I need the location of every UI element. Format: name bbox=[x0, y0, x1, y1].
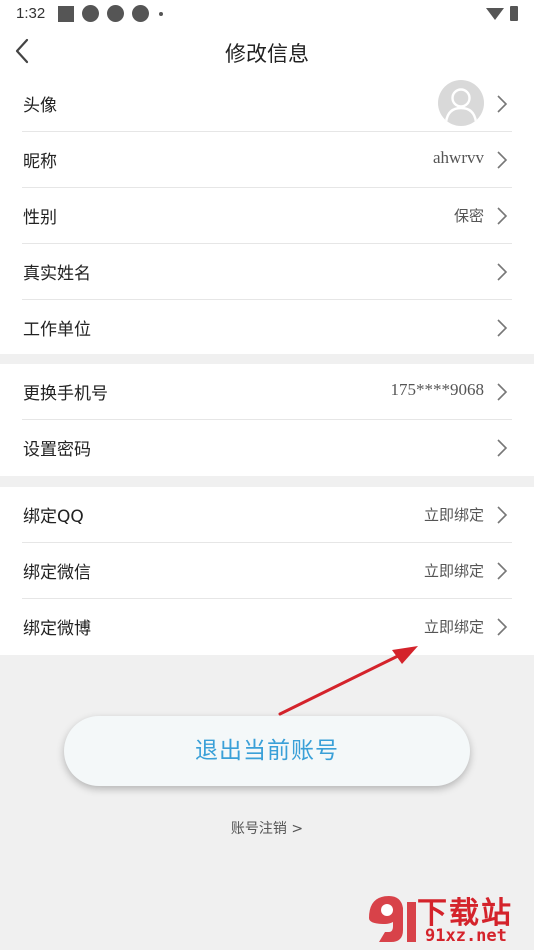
workplace-label: 工作单位 bbox=[23, 320, 91, 340]
bind-qq-row[interactable]: 绑定QQ 立即绑定 bbox=[22, 487, 512, 543]
bind-qq-label: 绑定QQ bbox=[23, 507, 84, 527]
chevron-right-icon bbox=[497, 618, 508, 636]
set-password-row[interactable]: 设置密码 bbox=[22, 420, 512, 476]
chevron-right-icon bbox=[497, 439, 508, 457]
real-name-label: 真实姓名 bbox=[23, 264, 91, 284]
chevron-right-icon bbox=[497, 95, 508, 113]
workplace-row[interactable]: 工作单位 bbox=[22, 300, 512, 356]
chevron-right-icon bbox=[497, 263, 508, 281]
bind-weibo-row[interactable]: 绑定微博 立即绑定 bbox=[22, 599, 512, 655]
aperture-notification-icon bbox=[107, 5, 124, 22]
account-security-group: 更换手机号 175****9068 设置密码 bbox=[0, 364, 534, 476]
nickname-label: 昵称 bbox=[23, 152, 57, 172]
page-title: 修改信息 bbox=[225, 42, 309, 66]
aperture-notification-icon bbox=[132, 5, 149, 22]
chevron-right-icon bbox=[497, 319, 508, 337]
status-time: 1:32 bbox=[16, 5, 46, 22]
top-nav-bar: 修改信息 bbox=[0, 28, 534, 76]
chevron-right-icon bbox=[497, 562, 508, 580]
nickname-row[interactable]: 昵称 ahwrvv bbox=[22, 132, 512, 188]
bind-wechat-value: 立即绑定 bbox=[423, 562, 484, 580]
aperture-notification-icon bbox=[82, 5, 99, 22]
avatar[interactable] bbox=[438, 80, 484, 126]
bind-weibo-label: 绑定微博 bbox=[23, 619, 91, 639]
watermark: 下载站 91xz.net bbox=[365, 888, 530, 948]
logout-button[interactable]: 退出当前账号 bbox=[64, 716, 470, 786]
real-name-row[interactable]: 真实姓名 bbox=[22, 244, 512, 300]
logout-button-label: 退出当前账号 bbox=[195, 738, 339, 764]
system-icons bbox=[486, 6, 518, 21]
wifi-icon bbox=[486, 7, 504, 20]
gender-label: 性别 bbox=[23, 208, 57, 228]
watermark-en-text: 91xz.net bbox=[425, 926, 507, 946]
notification-icons bbox=[58, 5, 163, 22]
cancel-account-link[interactable]: 账号注销 > bbox=[0, 818, 534, 838]
battery-icon bbox=[510, 6, 518, 21]
nickname-value: ahwrvv bbox=[433, 148, 484, 167]
chevron-right-icon bbox=[497, 383, 508, 401]
chevron-right-icon bbox=[497, 151, 508, 169]
bind-qq-value: 立即绑定 bbox=[423, 506, 484, 524]
profile-settings-group: 头像 昵称 ahwrvv 性别 保密 真实姓名 工作单位 bbox=[0, 76, 534, 354]
bind-wechat-row[interactable]: 绑定微信 立即绑定 bbox=[22, 543, 512, 599]
app-notification-icon bbox=[58, 5, 74, 22]
status-bar: 1:32 bbox=[0, 0, 534, 28]
chevron-right-icon bbox=[497, 207, 508, 225]
annotation-arrow-icon bbox=[278, 646, 418, 716]
avatar-row-label: 头像 bbox=[23, 96, 57, 116]
change-phone-label: 更换手机号 bbox=[23, 384, 108, 404]
site-logo-icon bbox=[369, 896, 416, 942]
chevron-right-icon bbox=[497, 506, 508, 524]
change-phone-row[interactable]: 更换手机号 175****9068 bbox=[22, 364, 512, 420]
more-notifications-icon bbox=[159, 11, 163, 16]
phone-number-value: 175****9068 bbox=[390, 380, 485, 399]
bind-wechat-label: 绑定微信 bbox=[23, 563, 91, 583]
set-password-label: 设置密码 bbox=[23, 440, 91, 460]
gender-row[interactable]: 性别 保密 bbox=[22, 188, 512, 244]
gender-value: 保密 bbox=[453, 207, 484, 225]
bind-weibo-value: 立即绑定 bbox=[423, 618, 484, 636]
default-avatar-icon bbox=[444, 88, 478, 123]
social-binding-group: 绑定QQ 立即绑定 绑定微信 立即绑定 绑定微博 立即绑定 bbox=[0, 487, 534, 655]
avatar-row[interactable]: 头像 bbox=[22, 76, 512, 132]
